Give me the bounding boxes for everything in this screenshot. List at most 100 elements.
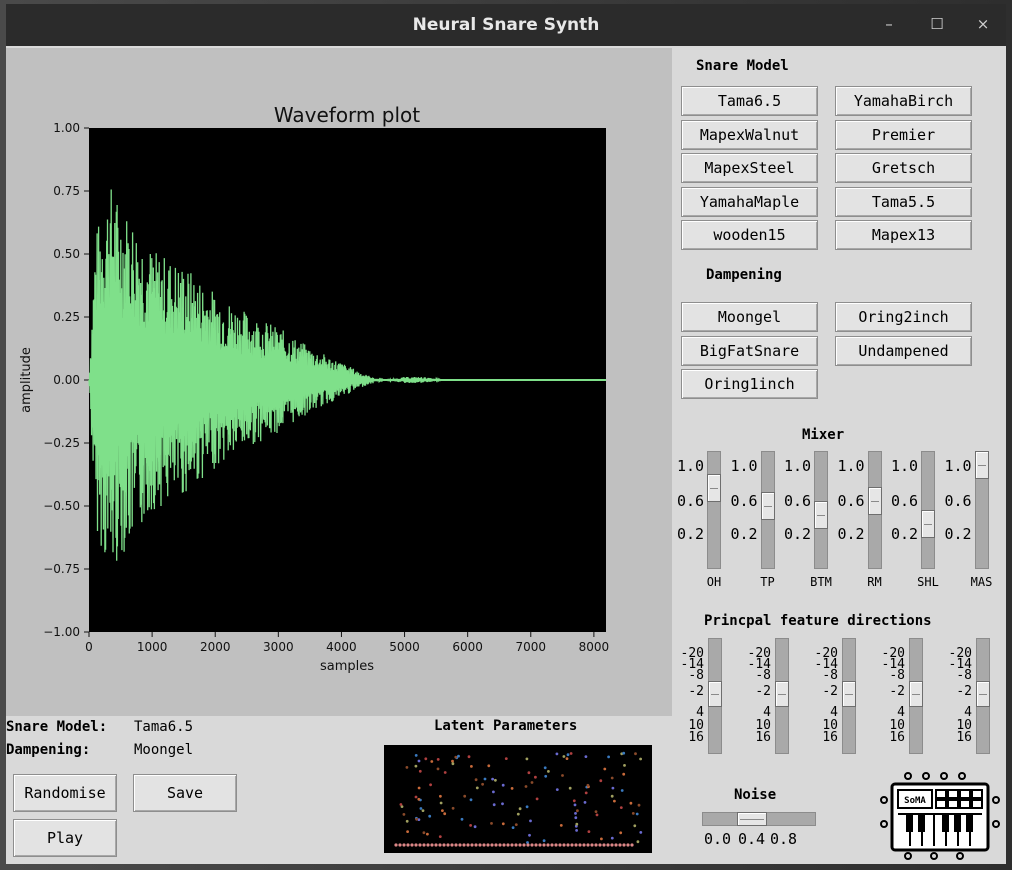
latent-point (414, 754, 418, 757)
snare-model-option[interactable]: YamahaMaple (681, 186, 818, 217)
y-tick-label: 0.00 (53, 373, 80, 387)
play-button[interactable]: Play (13, 819, 117, 857)
latent-point (569, 752, 573, 755)
close-button[interactable]: × (968, 4, 998, 46)
latent-baseline-point (450, 843, 454, 847)
latent-point (422, 831, 426, 835)
latent-point (566, 753, 570, 757)
latent-point (543, 766, 547, 770)
snare-model-option[interactable]: MapexSteel (681, 153, 818, 183)
snare-model-option[interactable]: YamahaBirch (835, 86, 972, 116)
mixer-slider-thumb[interactable] (974, 451, 989, 479)
latent-point (467, 755, 471, 759)
latent-point (510, 787, 514, 790)
principal-slider-thumb[interactable] (976, 681, 990, 707)
latent-point (516, 812, 520, 816)
snare-model-heading: Snare Model (696, 58, 789, 74)
latent-baseline-point (554, 843, 558, 847)
latent-point (576, 809, 579, 813)
latent-point (527, 771, 531, 775)
mixer-tick: 0.2 (677, 525, 705, 543)
snare-model-option[interactable]: Mapex13 (835, 220, 972, 250)
principal-slider-thumb[interactable] (775, 681, 789, 707)
latent-point (414, 795, 418, 799)
mixer-slider-thumb[interactable] (760, 491, 775, 520)
title-bar: Neural Snare Synth – ☐ × (6, 4, 1006, 46)
logo-text: SoMA (904, 796, 926, 806)
principal-tick: 16 (956, 730, 972, 745)
latent-baseline-point (530, 843, 534, 847)
principal-tick: -2 (956, 684, 972, 699)
mixer-tick: 1.0 (837, 457, 865, 475)
latent-point (574, 812, 577, 815)
mixer-tick: 1.0 (730, 457, 758, 475)
x-axis: 0 1000 2000 3000 4000 5000 6000 7000 8000 (85, 632, 609, 654)
x-tick-label: 8000 (579, 640, 610, 654)
latent-point (575, 822, 579, 826)
mixer-tick: 0.2 (730, 525, 758, 543)
maximize-button[interactable]: ☐ (922, 4, 952, 46)
dampening-option[interactable]: Oring1inch (681, 369, 818, 399)
mixer-slider-trough[interactable] (707, 451, 721, 569)
latent-point (474, 778, 478, 782)
mixer-channel-label: SHL (917, 575, 939, 589)
principal-slider-thumb[interactable] (708, 681, 722, 707)
dampening-option[interactable]: Undampened (835, 335, 972, 366)
latent-point (565, 757, 569, 760)
latent-baseline-point (510, 843, 514, 847)
latent-baseline-point (630, 843, 634, 847)
mixer-slider-thumb[interactable] (707, 473, 721, 502)
latent-point (639, 831, 643, 834)
latent-point (636, 840, 640, 844)
noise-slider-thumb[interactable] (737, 812, 767, 826)
randomise-button[interactable]: Randomise (13, 774, 117, 812)
dampening-option[interactable]: Moongel (681, 302, 818, 332)
noise-tick-1: 0.4 (738, 830, 766, 848)
latent-baseline-point (498, 843, 502, 847)
snare-model-option[interactable]: Gretsch (835, 153, 972, 183)
dampening-heading: Dampening (706, 267, 782, 283)
principal-slider-thumb[interactable] (842, 681, 856, 707)
latent-baseline-point (430, 843, 434, 847)
noise-tick-0: 0.0 (704, 830, 732, 848)
principal-slider-thumb[interactable] (909, 681, 923, 707)
latent-baseline-point (462, 843, 466, 847)
latent-baseline-point (406, 843, 410, 847)
mixer-slider-thumb[interactable] (814, 500, 828, 529)
y-axis: 1.00 0.75 0.50 0.25 0.00 −0.25 −0.50 −0.75 −1.00 (43, 121, 89, 639)
snare-model-option[interactable]: wooden15 (681, 220, 818, 250)
mixer-tick: 1.0 (677, 457, 705, 475)
mixer-slider-thumb[interactable] (867, 487, 882, 515)
mixer-slider-thumb[interactable] (921, 509, 935, 538)
latent-point (611, 786, 615, 790)
latent-point (501, 783, 505, 787)
latent-point (586, 783, 590, 787)
dampening-option[interactable]: BigFatSnare (681, 335, 818, 366)
latent-point (620, 789, 624, 792)
latent-point (610, 836, 614, 840)
latent-point (619, 806, 623, 809)
latent-point (619, 831, 623, 835)
latent-point (463, 794, 467, 798)
latent-baseline-point (474, 843, 478, 847)
snare-model-option[interactable]: Tama6.5 (681, 86, 818, 116)
latent-baseline-point (478, 843, 482, 847)
snare-model-option[interactable]: MapexWalnut (681, 119, 818, 150)
latent-point (542, 839, 546, 843)
latent-point (443, 812, 447, 816)
principal-tick: 4 (830, 705, 838, 720)
latent-point (634, 752, 637, 756)
y-tick-label: 0.75 (53, 184, 80, 198)
save-button[interactable]: Save (133, 774, 237, 812)
latent-point (470, 765, 473, 768)
snare-model-option[interactable]: Premier (835, 119, 972, 150)
principal-tick: -2 (688, 684, 704, 699)
minimize-button[interactable]: – (874, 4, 904, 46)
dampening-option[interactable]: Oring2inch (835, 302, 972, 332)
latent-baseline-point (558, 843, 562, 847)
snare-model-option[interactable]: Tama5.5 (835, 186, 972, 217)
latent-point (406, 830, 409, 833)
mixer-channel-label: MAS (970, 575, 993, 589)
x-tick-label: 3000 (263, 640, 294, 654)
latent-point (469, 798, 473, 802)
